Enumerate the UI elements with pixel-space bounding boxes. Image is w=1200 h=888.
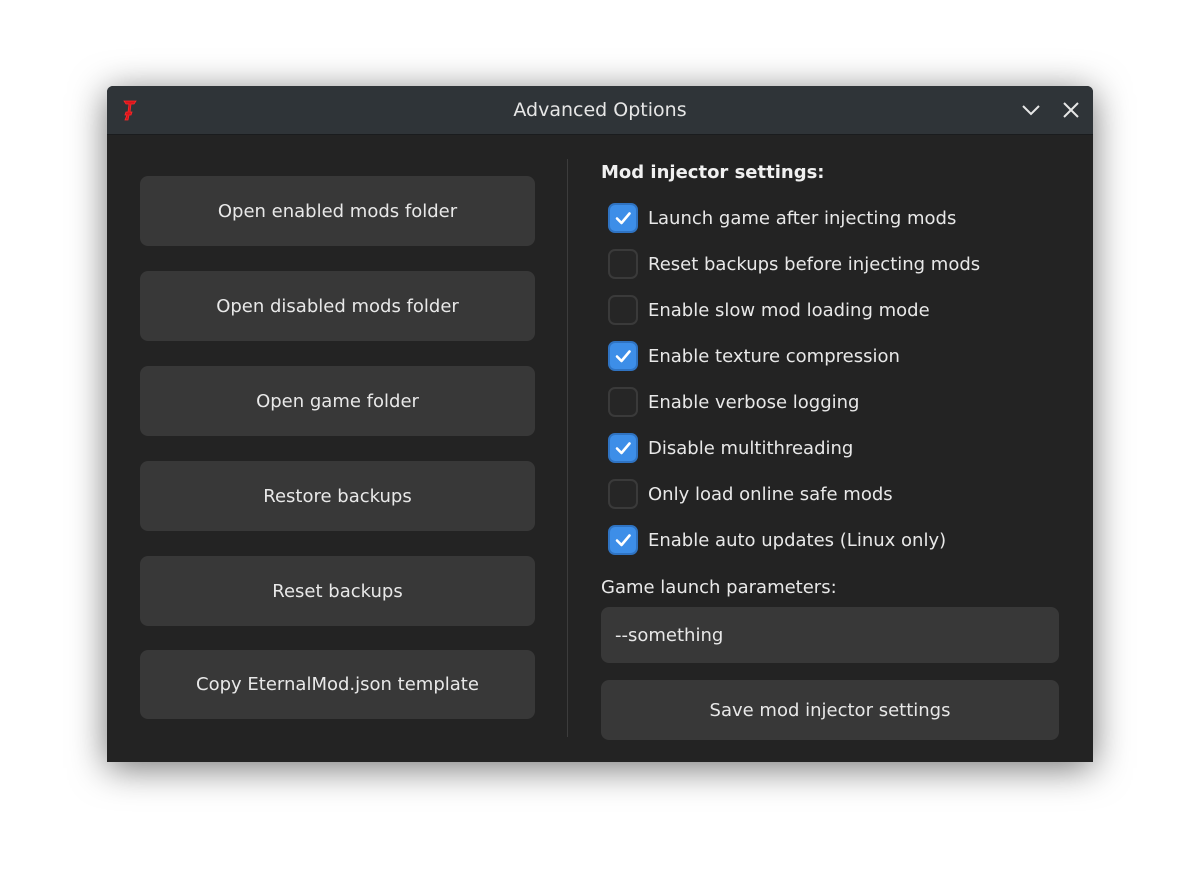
checkbox-checked[interactable] (608, 341, 638, 371)
minimize-button[interactable] (1019, 98, 1043, 122)
advanced-options-window: Advanced Options Open enabled mods folde… (107, 86, 1093, 762)
option-slow-mod-loading[interactable]: Enable slow mod loading mode (601, 287, 1061, 333)
open-disabled-mods-folder-button[interactable]: Open disabled mods folder (140, 271, 535, 341)
column-divider (567, 159, 568, 737)
option-verbose-logging[interactable]: Enable verbose logging (601, 379, 1061, 425)
checkbox-checked[interactable] (608, 203, 638, 233)
checkbox-unchecked[interactable] (608, 387, 638, 417)
launch-params-input[interactable] (601, 607, 1059, 663)
checkmark-icon (615, 442, 631, 455)
checkbox-label: Disable multithreading (648, 437, 854, 459)
checkbox-unchecked[interactable] (608, 479, 638, 509)
checkbox-unchecked[interactable] (608, 295, 638, 325)
settings-options: Launch game after injecting mods Reset b… (601, 195, 1061, 563)
settings-heading: Mod injector settings: (601, 162, 825, 183)
copy-eternalmod-template-button[interactable]: Copy EternalMod.json template (140, 650, 535, 719)
checkbox-label: Enable auto updates (Linux only) (648, 529, 947, 551)
option-launch-game[interactable]: Launch game after injecting mods (601, 195, 1061, 241)
option-auto-updates[interactable]: Enable auto updates (Linux only) (601, 517, 1061, 563)
launch-params-label: Game launch parameters: (601, 577, 837, 598)
checkbox-label: Enable verbose logging (648, 391, 860, 413)
title-bar[interactable]: Advanced Options (107, 86, 1093, 135)
checkbox-checked[interactable] (608, 525, 638, 555)
chevron-down-icon (1022, 105, 1040, 116)
option-reset-backups[interactable]: Reset backups before injecting mods (601, 241, 1061, 287)
option-online-safe-mods[interactable]: Only load online safe mods (601, 471, 1061, 517)
checkmark-icon (615, 212, 631, 225)
save-settings-button[interactable]: Save mod injector settings (601, 680, 1059, 740)
open-game-folder-button[interactable]: Open game folder (140, 366, 535, 436)
open-enabled-mods-folder-button[interactable]: Open enabled mods folder (140, 176, 535, 246)
reset-backups-button[interactable]: Reset backups (140, 556, 535, 626)
checkbox-checked[interactable] (608, 433, 638, 463)
option-disable-multithreading[interactable]: Disable multithreading (601, 425, 1061, 471)
checkbox-label: Reset backups before injecting mods (648, 253, 981, 275)
option-texture-compression[interactable]: Enable texture compression (601, 333, 1061, 379)
checkbox-label: Enable slow mod loading mode (648, 299, 930, 321)
checkbox-unchecked[interactable] (608, 249, 638, 279)
actions-column: Open enabled mods folder Open disabled m… (140, 176, 535, 744)
checkbox-label: Launch game after injecting mods (648, 207, 957, 229)
checkbox-label: Enable texture compression (648, 345, 900, 367)
dialog-content: Open enabled mods folder Open disabled m… (107, 135, 1093, 762)
window-title: Advanced Options (513, 99, 687, 121)
mod-injector-settings: Mod injector settings: Launch game after… (601, 157, 1061, 740)
close-button[interactable] (1059, 98, 1083, 122)
checkbox-label: Only load online safe mods (648, 483, 893, 505)
checkmark-icon (615, 534, 631, 547)
restore-backups-button[interactable]: Restore backups (140, 461, 535, 531)
close-icon (1063, 102, 1079, 118)
checkmark-icon (615, 350, 631, 363)
